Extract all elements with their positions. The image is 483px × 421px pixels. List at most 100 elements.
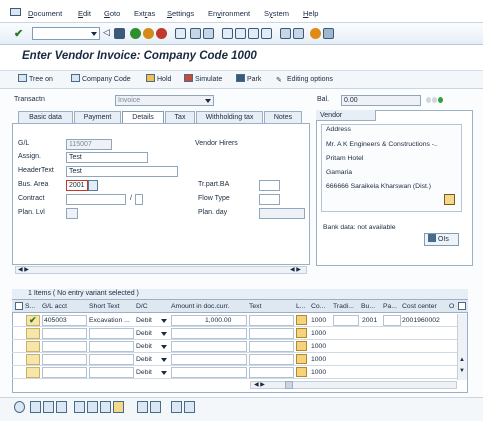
previous-page-icon[interactable] bbox=[235, 28, 246, 39]
tab-payment[interactable]: Payment bbox=[74, 111, 121, 123]
scroll-down-icon[interactable]: ▼ bbox=[459, 368, 465, 374]
col-l[interactable]: L... bbox=[296, 303, 305, 310]
flowtype-field[interactable] bbox=[259, 194, 280, 205]
dc-value[interactable]: Debit bbox=[136, 341, 152, 352]
menu-environment[interactable]: Environment bbox=[208, 9, 250, 18]
text-cell[interactable] bbox=[249, 367, 294, 378]
text-cell[interactable] bbox=[249, 328, 294, 339]
menu-extras[interactable]: Extras bbox=[134, 9, 155, 18]
busarea-field[interactable]: 2001 bbox=[66, 180, 88, 191]
tab-withholding-tax[interactable]: Withholding tax bbox=[196, 111, 263, 123]
transactn-dropdown-icon[interactable] bbox=[205, 99, 211, 103]
filter-icon[interactable] bbox=[150, 401, 161, 413]
details-horizontal-scrollbar[interactable] bbox=[15, 266, 307, 274]
park-button[interactable]: Park bbox=[236, 73, 261, 86]
first-page-icon[interactable] bbox=[222, 28, 233, 39]
row-status-cell[interactable] bbox=[26, 354, 40, 365]
row-status-cell[interactable] bbox=[26, 328, 40, 339]
contract-field[interactable] bbox=[66, 194, 126, 205]
sort-icon[interactable] bbox=[137, 401, 148, 413]
col-text[interactable]: Text bbox=[249, 303, 261, 310]
tax-code-icon[interactable] bbox=[296, 367, 307, 377]
text-cell[interactable] bbox=[249, 341, 294, 352]
scroll-up-icon[interactable]: ▲ bbox=[459, 357, 465, 363]
shortcut-icon[interactable] bbox=[293, 28, 304, 39]
tab-tax[interactable]: Tax bbox=[165, 111, 195, 123]
contract-type-field[interactable] bbox=[135, 194, 143, 205]
dc-value[interactable]: Debit bbox=[136, 354, 152, 365]
select-all-icon[interactable] bbox=[15, 302, 23, 310]
col-bu[interactable]: Bu... bbox=[361, 303, 375, 310]
amount-cell[interactable] bbox=[171, 341, 247, 352]
assign-field[interactable]: Test bbox=[66, 152, 148, 163]
tab-notes[interactable]: Notes bbox=[264, 111, 302, 123]
short-text-cell[interactable] bbox=[89, 328, 134, 339]
tax-code-icon[interactable] bbox=[296, 315, 307, 325]
short-text-cell[interactable] bbox=[89, 341, 134, 352]
col-o[interactable]: O bbox=[449, 303, 454, 310]
new-session-icon[interactable] bbox=[280, 28, 291, 39]
col-co[interactable]: Co... bbox=[311, 303, 325, 310]
item-details-icon[interactable] bbox=[14, 401, 25, 413]
deselect-rows-icon[interactable] bbox=[43, 401, 54, 413]
menu-document[interactable]: Document bbox=[28, 9, 62, 18]
vendor-tab[interactable]: Vendor bbox=[316, 110, 376, 121]
col-amount[interactable]: Amount in doc.curr. bbox=[171, 303, 230, 310]
menu-system[interactable]: System bbox=[264, 9, 289, 18]
help-icon[interactable] bbox=[310, 28, 321, 39]
copy-row-icon[interactable] bbox=[100, 401, 111, 413]
amount-cell[interactable] bbox=[171, 328, 247, 339]
exit-icon[interactable] bbox=[143, 28, 154, 39]
menu-help[interactable]: Help bbox=[303, 9, 318, 18]
busarea-search-help-icon[interactable] bbox=[88, 180, 98, 191]
enter-check-icon[interactable]: ✔ bbox=[14, 27, 23, 40]
tree-on-button[interactable]: Tree on bbox=[18, 73, 53, 86]
menu-goto[interactable]: Goto bbox=[104, 9, 120, 18]
col-short-text[interactable]: Short Text bbox=[89, 303, 119, 310]
simulate-button[interactable]: Simulate bbox=[184, 73, 222, 86]
paste-row-icon[interactable] bbox=[113, 401, 124, 413]
gl-acct-cell[interactable] bbox=[42, 354, 87, 365]
pa-cell[interactable] bbox=[383, 315, 401, 326]
text-cell[interactable] bbox=[249, 315, 294, 326]
column-settings-icon[interactable] bbox=[458, 302, 466, 310]
tax-code-icon[interactable] bbox=[296, 341, 307, 351]
editing-options-button[interactable]: ✎ Editing options bbox=[276, 73, 333, 86]
headertext-field[interactable]: Test bbox=[66, 166, 178, 177]
print-icon[interactable] bbox=[175, 28, 186, 39]
trading-cell[interactable] bbox=[333, 315, 359, 326]
gl-acct-cell[interactable] bbox=[42, 341, 87, 352]
vendor-display-icon[interactable] bbox=[444, 194, 455, 205]
dc-value[interactable]: Debit bbox=[136, 367, 152, 378]
tax-code-icon[interactable] bbox=[296, 354, 307, 364]
ois-button[interactable]: OIs bbox=[424, 233, 459, 246]
text-cell[interactable] bbox=[249, 354, 294, 365]
company-code-button[interactable]: Company Code bbox=[71, 73, 131, 86]
dc-value[interactable]: Debit bbox=[136, 328, 152, 339]
command-field-dropdown-icon[interactable] bbox=[91, 32, 97, 36]
row-status-cell[interactable] bbox=[26, 341, 40, 352]
delete-row-icon[interactable] bbox=[87, 401, 98, 413]
table-scroll-left-icon[interactable]: ◀ ▶ bbox=[254, 381, 265, 388]
customize-layout-icon[interactable] bbox=[323, 28, 334, 39]
gl-acct-cell[interactable] bbox=[42, 328, 87, 339]
tax-code-icon[interactable] bbox=[296, 328, 307, 338]
col-pa[interactable]: Pa... bbox=[383, 303, 397, 310]
sap-menu-icon[interactable] bbox=[10, 8, 21, 16]
sort-ascending-icon[interactable] bbox=[171, 401, 182, 413]
col-trading[interactable]: Tradi... bbox=[333, 303, 354, 310]
select-all-rows-icon[interactable] bbox=[30, 401, 41, 413]
scroll-left-icon[interactable]: ◀ ▶ bbox=[18, 266, 29, 273]
amount-cell[interactable] bbox=[171, 354, 247, 365]
insert-row-icon[interactable] bbox=[74, 401, 85, 413]
find-icon[interactable] bbox=[190, 28, 201, 39]
menu-edit[interactable]: Edit bbox=[78, 9, 91, 18]
trpart-field[interactable] bbox=[259, 180, 280, 191]
save-icon[interactable] bbox=[114, 28, 125, 39]
next-page-icon[interactable] bbox=[248, 28, 259, 39]
col-status[interactable]: S... bbox=[25, 303, 35, 310]
table-horizontal-scrollbar[interactable] bbox=[250, 381, 457, 389]
col-gl-acct[interactable]: G/L acct bbox=[42, 303, 67, 310]
col-cost-center[interactable]: Cost center bbox=[402, 303, 437, 310]
dc-dropdown-icon[interactable] bbox=[161, 358, 167, 362]
